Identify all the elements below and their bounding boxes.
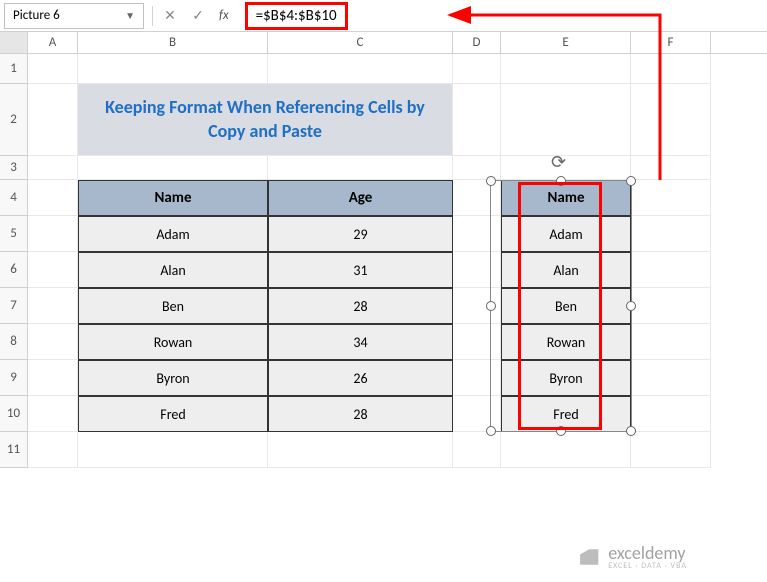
cell[interactable] xyxy=(631,360,711,396)
cell[interactable] xyxy=(631,216,711,252)
table-cell[interactable]: 29 xyxy=(268,216,453,252)
col-header[interactable]: E xyxy=(501,32,631,53)
cell[interactable] xyxy=(631,180,711,216)
row-header[interactable]: 7 xyxy=(0,288,28,324)
row-header[interactable]: 8 xyxy=(0,324,28,360)
col-header[interactable]: F xyxy=(631,32,711,53)
name-box-text: Picture 6 xyxy=(13,8,125,23)
column-headers: A B C D E F xyxy=(0,32,767,54)
watermark-text: exceldemy xyxy=(608,544,687,562)
cell[interactable] xyxy=(453,54,501,84)
cell[interactable] xyxy=(631,54,711,84)
table-cell[interactable]: 31 xyxy=(268,252,453,288)
cell[interactable] xyxy=(28,54,78,84)
table-cell[interactable]: 28 xyxy=(268,396,453,432)
cell[interactable] xyxy=(28,288,78,324)
row-header[interactable]: 2 xyxy=(0,84,28,156)
table-cell[interactable]: 28 xyxy=(268,288,453,324)
watermark-icon xyxy=(576,544,602,570)
cancel-input-icon[interactable]: ✕ xyxy=(157,4,183,28)
cell[interactable] xyxy=(78,54,268,84)
row-header[interactable]: 9 xyxy=(0,360,28,396)
rotate-handle-icon[interactable]: ⟳ xyxy=(551,151,566,173)
formula-input[interactable]: =$B$4:$B$10 xyxy=(237,2,767,30)
resize-handle[interactable] xyxy=(626,176,636,186)
cell[interactable] xyxy=(501,54,631,84)
cell[interactable] xyxy=(631,252,711,288)
cell[interactable] xyxy=(631,156,711,180)
table-cell[interactable]: Alan xyxy=(78,252,268,288)
cell[interactable] xyxy=(631,84,711,156)
cell[interactable] xyxy=(78,156,268,180)
watermark: exceldemy EXCEL · DATA · VBA xyxy=(576,544,687,570)
col-header[interactable]: D xyxy=(453,32,501,53)
cell[interactable] xyxy=(501,84,631,156)
cell[interactable] xyxy=(631,288,711,324)
cell[interactable] xyxy=(28,216,78,252)
cell[interactable] xyxy=(78,432,268,468)
picture-selection[interactable]: ⟳ xyxy=(490,180,632,432)
table-cell[interactable]: Adam xyxy=(78,216,268,252)
cell[interactable] xyxy=(453,432,501,468)
table-header-name[interactable]: Name xyxy=(78,180,268,216)
cell[interactable] xyxy=(631,396,711,432)
resize-handle[interactable] xyxy=(556,176,566,186)
cell[interactable] xyxy=(268,432,453,468)
table-cell[interactable]: Byron xyxy=(78,360,268,396)
cell[interactable] xyxy=(28,252,78,288)
cell[interactable] xyxy=(28,324,78,360)
page-title: Keeping Format When Referencing Cells by… xyxy=(78,84,453,156)
table-cell[interactable]: 34 xyxy=(268,324,453,360)
row-header[interactable]: 1 xyxy=(0,54,28,84)
cell[interactable] xyxy=(501,432,631,468)
resize-handle[interactable] xyxy=(486,301,496,311)
col-header[interactable]: A xyxy=(28,32,78,53)
row-header[interactable]: 10 xyxy=(0,396,28,432)
select-all-corner[interactable] xyxy=(0,32,28,53)
cell[interactable] xyxy=(631,432,711,468)
table-header-age[interactable]: Age xyxy=(268,180,453,216)
col-header[interactable]: B xyxy=(78,32,268,53)
cell[interactable] xyxy=(631,324,711,360)
cell[interactable] xyxy=(268,54,453,84)
insert-function-icon[interactable]: fx xyxy=(219,8,229,23)
name-box[interactable]: Picture 6 ▼ xyxy=(4,3,144,29)
resize-handle[interactable] xyxy=(556,426,566,436)
cell[interactable] xyxy=(28,396,78,432)
cell[interactable] xyxy=(453,84,501,156)
cell[interactable] xyxy=(268,156,453,180)
table-cell[interactable]: Fred xyxy=(78,396,268,432)
cell[interactable] xyxy=(28,432,78,468)
cell[interactable] xyxy=(28,360,78,396)
cell[interactable] xyxy=(28,156,78,180)
table-cell[interactable]: Ben xyxy=(78,288,268,324)
resize-handle[interactable] xyxy=(626,426,636,436)
formula-text: =$B$4:$B$10 xyxy=(245,2,348,30)
resize-handle[interactable] xyxy=(486,426,496,436)
cell[interactable] xyxy=(28,84,78,156)
resize-handle[interactable] xyxy=(626,301,636,311)
chevron-down-icon[interactable]: ▼ xyxy=(125,9,135,22)
table-cell[interactable]: 26 xyxy=(268,360,453,396)
table-cell[interactable]: Rowan xyxy=(78,324,268,360)
row-header[interactable]: 11 xyxy=(0,432,28,468)
watermark-subtext: EXCEL · DATA · VBA xyxy=(608,562,687,570)
row-header[interactable]: 5 xyxy=(0,216,28,252)
row-header[interactable]: 6 xyxy=(0,252,28,288)
row-header[interactable]: 3 xyxy=(0,156,28,180)
cell[interactable] xyxy=(28,180,78,216)
row-header[interactable]: 4 xyxy=(0,180,28,216)
col-header[interactable]: C xyxy=(268,32,453,53)
resize-handle[interactable] xyxy=(486,176,496,186)
formula-bar: Picture 6 ▼ ✕ ✓ fx =$B$4:$B$10 xyxy=(0,0,767,32)
confirm-input-icon[interactable]: ✓ xyxy=(185,4,211,28)
